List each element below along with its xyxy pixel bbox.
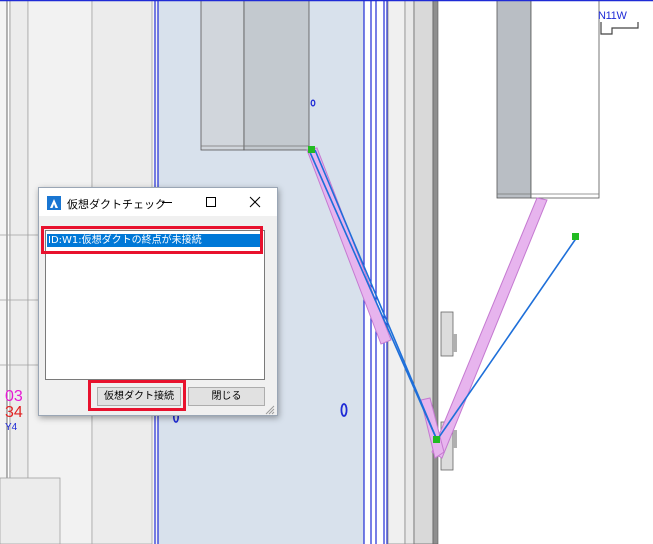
- wall-column: [432, 0, 439, 544]
- duct-box: [243, 0, 310, 151]
- maximize-button[interactable]: [197, 192, 225, 212]
- duct-endpoint[interactable]: [572, 233, 579, 240]
- hinge: [453, 334, 457, 352]
- dialog-title: 仮想ダクトチェック: [67, 198, 166, 211]
- resize-grip-icon[interactable]: [263, 400, 275, 415]
- cad-text-label: 03: [5, 388, 23, 405]
- fitting-outline: [600, 22, 639, 35]
- close-dialog-button[interactable]: 閉じる: [188, 387, 265, 406]
- cad-text-label: 34: [5, 404, 23, 421]
- wall-column: [413, 0, 434, 544]
- duct-box: [200, 0, 245, 151]
- hinge: [453, 430, 457, 448]
- minimize-button[interactable]: [153, 192, 181, 212]
- duct-box: [496, 0, 532, 199]
- close-button[interactable]: [241, 192, 269, 212]
- virtual-duct-line: [436, 236, 578, 441]
- duct-endpoint[interactable]: [433, 436, 440, 443]
- annotation-highlight-connect-button: [88, 380, 186, 411]
- maximize-icon: [206, 197, 216, 207]
- cad-text-label: Y4: [5, 422, 18, 433]
- duct-box: [530, 0, 600, 199]
- bricscad-app-icon: [47, 195, 61, 210]
- wall-column: [404, 0, 415, 544]
- wall-panel-segment: [9, 0, 29, 544]
- wall-panel-left-edge: [6, 0, 11, 544]
- cad-text-label: N11W: [598, 10, 627, 22]
- wall-column: [387, 0, 406, 544]
- close-icon: [249, 196, 261, 208]
- annotation-highlight-list-item: [41, 226, 263, 254]
- dialog-titlebar[interactable]: 仮想ダクトチェック: [39, 188, 277, 216]
- hinge: [440, 311, 454, 357]
- minimize-icon: [162, 202, 172, 203]
- wall-panel-lower: [0, 477, 61, 544]
- duct-endpoint[interactable]: [308, 146, 315, 153]
